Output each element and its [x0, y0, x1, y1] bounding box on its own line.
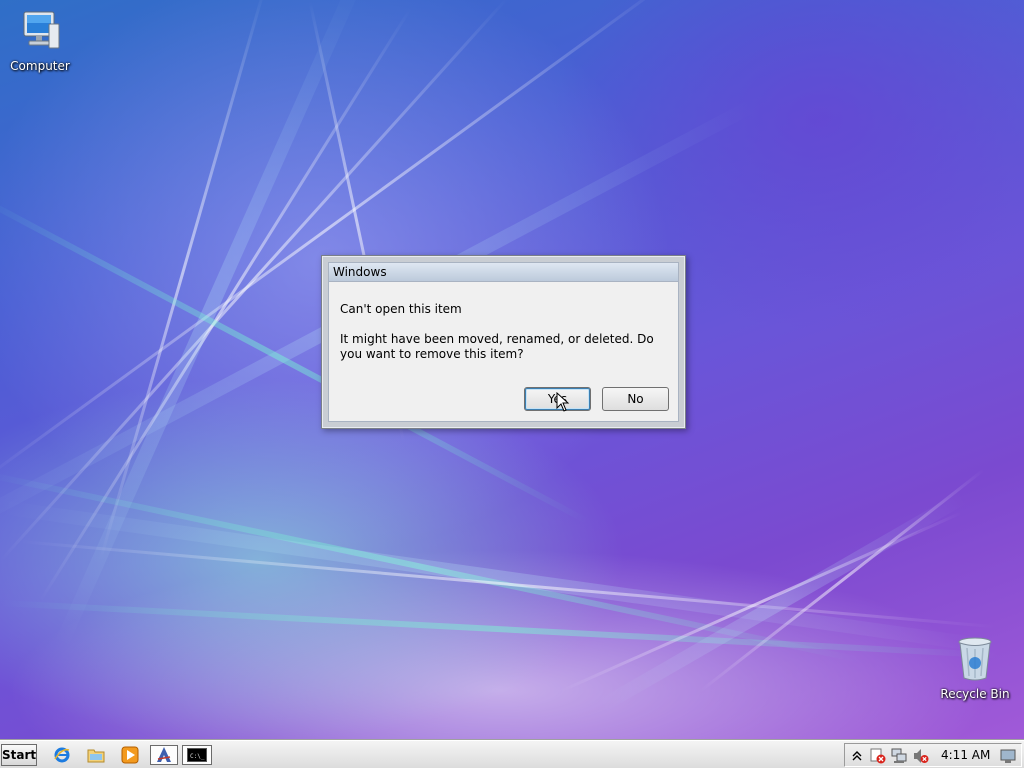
volume-muted-icon [914, 749, 929, 763]
taskbar: Start C:\_ 4:11 AM [0, 740, 1024, 768]
desktop-icon-label: Computer [10, 59, 70, 73]
media-player-icon [121, 746, 139, 764]
folder-icon [87, 749, 105, 763]
quicklaunch-media-player[interactable] [119, 745, 141, 765]
security-alert-icon [870, 748, 886, 764]
recycle-bin-icon [958, 637, 992, 681]
dialog-body: Can't open this item It might have been … [328, 282, 679, 422]
quicklaunch-internet-explorer[interactable] [51, 745, 73, 765]
tray-action-center-button[interactable] [999, 747, 1017, 765]
quicklaunch-explorer[interactable] [85, 745, 107, 765]
dialog-title: Windows [333, 265, 387, 279]
desktop-icon-recycle-bin[interactable]: Recycle Bin [937, 636, 1013, 701]
desktop-icon-label: Recycle Bin [940, 687, 1010, 701]
taskbar-command-prompt-button[interactable]: C:\_ [182, 745, 212, 765]
desktop: Computer Recycle Bin Windows Can't open … [0, 0, 1024, 740]
computer-icon [23, 11, 60, 49]
command-prompt-icon: C:\_ [187, 748, 207, 762]
svg-text:C:\_: C:\_ [190, 753, 205, 760]
tray-volume-button[interactable] [912, 747, 930, 765]
taskbar-app-button[interactable] [150, 745, 178, 765]
tray-clock[interactable]: 4:11 AM [941, 748, 990, 762]
chevron-up-icon [852, 751, 862, 761]
message-dialog: Windows Can't open this item It might ha… [321, 255, 686, 429]
mouse-cursor-icon [556, 392, 570, 412]
tray-security-button[interactable] [869, 747, 887, 765]
app-icon [157, 747, 171, 762]
desktop-icon-computer[interactable]: Computer [2, 10, 78, 73]
dialog-content-text: It might have been moved, renamed, or de… [340, 332, 654, 361]
tray-network-button[interactable] [890, 747, 908, 765]
action-center-icon [1000, 749, 1016, 763]
show-hidden-icons-button[interactable] [848, 747, 866, 765]
no-button[interactable]: No [602, 387, 669, 411]
system-tray: 4:11 AM [844, 743, 1022, 767]
dialog-titlebar[interactable]: Windows [328, 262, 679, 282]
dialog-main-instruction: Can't open this item [340, 302, 462, 316]
internet-explorer-icon [54, 747, 70, 763]
start-button[interactable]: Start [1, 744, 37, 766]
network-icon [891, 748, 907, 763]
